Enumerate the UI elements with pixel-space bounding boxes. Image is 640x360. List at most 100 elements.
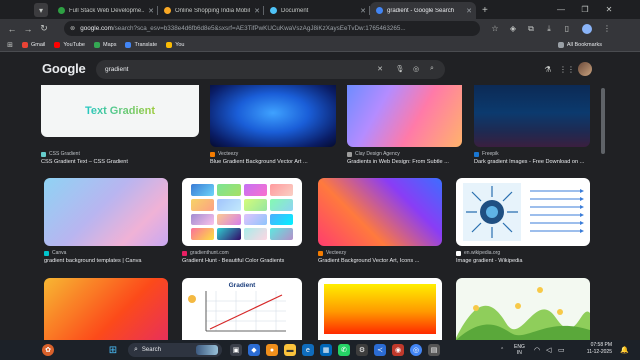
image-result-card[interactable]: gradienthunt.com Gradient Hunt - Beautif… — [182, 178, 302, 268]
notification-bell-icon[interactable]: 🔔 — [620, 340, 629, 360]
tab-0[interactable]: Full Stack Web Developme... ✕ — [52, 2, 158, 19]
image-result-card[interactable]: Gradient — [182, 278, 302, 340]
image-result-card[interactable] — [318, 278, 442, 340]
browser-menu-icon[interactable]: ⋮ — [600, 19, 614, 38]
result-source[interactable]: gradienthunt.com — [182, 250, 229, 256]
image-result-card[interactable]: Vecteezy Blue Gradient Background Vector… — [210, 85, 336, 165]
close-icon[interactable]: ✕ — [254, 7, 260, 15]
result-title[interactable]: CSS Gradient Text – CSS Gradient — [41, 159, 171, 165]
tab-2[interactable]: Document ✕ — [264, 2, 370, 19]
result-source[interactable]: Vecteezy — [318, 250, 346, 256]
sidepanel-icon[interactable]: ▯ — [560, 19, 574, 38]
google-apps-icon[interactable]: ⋮⋮ — [559, 62, 575, 76]
weather-widget-icon[interactable]: ✿ — [42, 344, 54, 356]
result-thumbnail[interactable] — [347, 85, 462, 147]
apps-icon[interactable]: ⊞ — [4, 37, 16, 53]
reload-icon[interactable]: ↻ — [36, 21, 52, 37]
vscode-icon[interactable]: ≺ — [374, 344, 386, 356]
new-tab-button[interactable]: + — [482, 5, 488, 16]
language-indicator[interactable]: ENG IN — [514, 340, 525, 360]
clock[interactable]: 07:58 PM 11-12-2025 — [576, 342, 612, 356]
result-title[interactable]: Gradient Background Vector Art, Icons ..… — [318, 258, 448, 264]
result-source[interactable]: Clay Design Agency — [347, 151, 400, 157]
image-result-card[interactable]: en.wikipedia.org Image gradient - Wikipe… — [456, 178, 590, 268]
result-source[interactable]: Freepik — [474, 151, 499, 157]
result-thumbnail[interactable]: Gradient — [182, 278, 302, 340]
image-result-card[interactable] — [44, 278, 168, 340]
maximize-icon[interactable]: ❐ — [574, 0, 596, 19]
wifi-icon[interactable]: ◠ — [534, 340, 540, 360]
result-source[interactable]: en.wikipedia.org — [456, 250, 500, 256]
result-title[interactable]: Image gradient - Wikipedia — [456, 258, 586, 264]
google-logo[interactable]: Google — [42, 61, 86, 76]
result-thumbnail[interactable] — [44, 178, 168, 246]
result-thumbnail[interactable] — [474, 85, 590, 147]
bookmark-you[interactable]: You — [166, 41, 184, 48]
search-input[interactable]: gradient ✕ 🎙 ◎ ⌕ — [96, 60, 445, 79]
all-bookmarks[interactable]: All Bookmarks — [557, 38, 602, 52]
lens-icon[interactable]: ◎ — [410, 63, 422, 75]
profile-icon[interactable] — [580, 19, 594, 38]
chrome-icon[interactable]: ● — [266, 344, 278, 356]
window-close-icon[interactable]: ✕ — [598, 0, 620, 19]
image-result-card[interactable] — [456, 278, 590, 340]
copilot-icon[interactable]: ◆ — [248, 344, 260, 356]
windows-start-icon[interactable]: ⊞ — [107, 344, 119, 356]
downloads-icon[interactable]: ⤓ — [542, 19, 556, 38]
store-icon[interactable]: ▦ — [320, 344, 332, 356]
result-thumbnail[interactable]: Text Gradient — [41, 85, 199, 137]
address-bar[interactable]: ⊜ google.com /search?sca_esv=b338e4d6fb6… — [64, 21, 480, 36]
bookmark-translate[interactable]: Translate — [125, 41, 157, 48]
file-explorer-icon[interactable]: ▬ — [284, 344, 296, 356]
tab-search-dropdown-icon[interactable]: ▾ — [34, 3, 48, 17]
tab-1[interactable]: Online Shopping India Mobile... ✕ — [158, 2, 264, 19]
search-icon[interactable]: ⌕ — [426, 63, 438, 75]
result-title[interactable]: Dark gradient Images - Free Download on … — [474, 159, 604, 165]
image-result-card[interactable]: Text Gradient CSS Gradient CSS Gradient … — [41, 85, 199, 165]
bookmark-star-icon[interactable]: ☆ — [488, 19, 502, 38]
bookmark-maps[interactable]: Maps — [94, 41, 116, 48]
forward-icon[interactable]: → — [20, 21, 36, 37]
image-result-card[interactable]: Vecteezy Gradient Background Vector Art,… — [318, 178, 442, 268]
result-thumbnail[interactable] — [210, 85, 336, 147]
chrome-active-icon[interactable]: ◎ — [410, 344, 422, 356]
edge-icon[interactable]: e — [302, 344, 314, 356]
result-thumbnail[interactable] — [456, 278, 590, 340]
close-icon[interactable]: ✕ — [148, 7, 154, 15]
app-icon[interactable]: ◉ — [392, 344, 404, 356]
result-source[interactable]: CSS Gradient — [41, 151, 80, 157]
result-title[interactable]: Gradient Hunt - Beautiful Color Gradient… — [182, 258, 312, 264]
result-thumbnail[interactable] — [182, 178, 302, 246]
close-icon[interactable]: ✕ — [360, 7, 366, 15]
bookmark-gmail[interactable]: Gmail — [22, 41, 45, 48]
back-icon[interactable]: ← — [4, 21, 20, 37]
result-thumbnail[interactable] — [318, 178, 442, 246]
result-thumbnail[interactable] — [318, 278, 442, 340]
microphone-icon[interactable]: 🎙 — [394, 63, 406, 75]
image-result-card[interactable]: Clay Design Agency Gradients in Web Desi… — [347, 85, 462, 165]
result-title[interactable]: Blue Gradient Background Vector Art ... — [210, 159, 340, 165]
extensions-puzzle-icon[interactable]: ⧉ — [524, 19, 538, 38]
result-title[interactable]: gradient background templates | Canva — [44, 258, 174, 264]
labs-flask-icon[interactable]: ⚗ — [541, 62, 555, 76]
bookmark-youtube[interactable]: YouTube — [54, 41, 85, 48]
whatsapp-icon[interactable]: ✆ — [338, 344, 350, 356]
scrollbar[interactable] — [601, 88, 605, 154]
clear-icon[interactable]: ✕ — [374, 63, 386, 75]
minimize-icon[interactable]: — — [550, 0, 572, 19]
tray-chevron-icon[interactable]: ⌃ — [500, 340, 504, 360]
result-source[interactable]: Vecteezy — [210, 151, 238, 157]
extension-icon[interactable]: ◈ — [506, 19, 520, 38]
task-view-icon[interactable]: ▣ — [230, 344, 242, 356]
image-result-card[interactable]: Canva gradient background templates | Ca… — [44, 178, 168, 268]
result-title[interactable]: Gradients in Web Design: From Subtle ... — [347, 159, 477, 165]
taskbar-search[interactable]: ⌕ Search — [128, 343, 222, 357]
result-thumbnail[interactable] — [44, 278, 168, 340]
settings-icon[interactable]: ⚙ — [356, 344, 368, 356]
volume-icon[interactable]: ◁ — [546, 340, 551, 360]
battery-icon[interactable]: ▭ — [558, 340, 565, 360]
tab-3-active[interactable]: gradient - Google Search ✕ — [370, 2, 476, 19]
avatar[interactable] — [578, 62, 592, 76]
site-info-icon[interactable]: ⊜ — [70, 25, 75, 32]
result-source[interactable]: Canva — [44, 250, 66, 256]
